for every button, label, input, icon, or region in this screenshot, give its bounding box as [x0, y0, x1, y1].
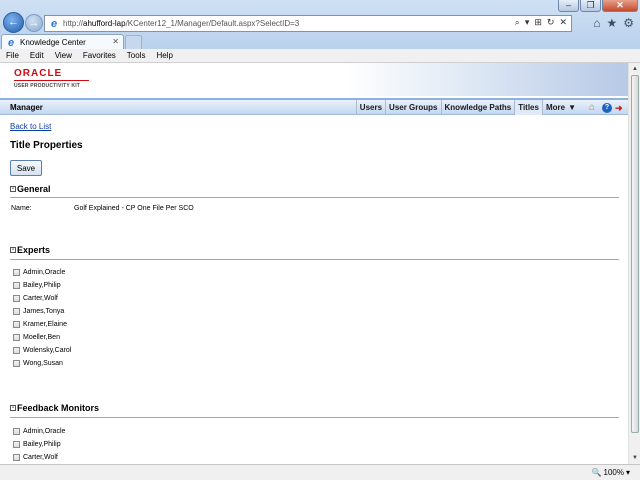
- dropdown-icon[interactable]: ▾: [525, 17, 530, 28]
- refresh-icon[interactable]: ↻: [547, 17, 555, 28]
- page-content: ORACLE USER PRODUCTIVITY KIT Manager Use…: [0, 63, 628, 464]
- tab-close-icon[interactable]: ✕: [112, 37, 119, 46]
- menu-favorites[interactable]: Favorites: [83, 51, 116, 60]
- address-bar[interactable]: e http://ahufford-lap/KCenter12_1/Manage…: [44, 15, 572, 32]
- favorites-star-icon[interactable]: ★: [606, 16, 617, 30]
- general-heading: General: [17, 184, 51, 194]
- nav-users[interactable]: Users: [355, 100, 385, 115]
- list-item: Bailey,Philip: [13, 438, 65, 451]
- collapse-icon[interactable]: -: [10, 247, 16, 253]
- chevron-down-icon: ▼: [568, 103, 576, 112]
- home-icon[interactable]: ⌂: [589, 102, 599, 113]
- ie-icon: e: [50, 17, 58, 30]
- zoom-control[interactable]: 🔍 100% ▾: [592, 468, 630, 477]
- menu-bar: File Edit View Favorites Tools Help: [0, 49, 640, 63]
- compat-view-icon[interactable]: ⊞: [534, 17, 542, 28]
- list-item: Wong,Susan: [13, 357, 71, 370]
- feedback-section-header[interactable]: - Feedback Monitors: [10, 403, 99, 413]
- browser-tab[interactable]: e Knowledge Center ✕: [1, 34, 124, 50]
- scroll-up-icon[interactable]: ▲: [630, 64, 640, 74]
- experts-section-header[interactable]: - Experts: [10, 245, 50, 255]
- list-item: Carter,Wolf: [13, 451, 65, 464]
- nav-more[interactable]: More ▼: [541, 100, 579, 115]
- expert-checkbox[interactable]: [13, 321, 20, 328]
- forward-button[interactable]: →: [25, 14, 43, 32]
- zoom-level: 100%: [603, 468, 624, 477]
- menu-help[interactable]: Help: [156, 51, 172, 60]
- expert-checkbox[interactable]: [13, 347, 20, 354]
- scroll-thumb[interactable]: [631, 75, 639, 433]
- monitor-checkbox[interactable]: [13, 428, 20, 435]
- feedback-list: Admin,Oracle Bailey,Philip Carter,Wolf: [13, 425, 65, 464]
- stop-icon[interactable]: ✕: [559, 17, 567, 28]
- list-item: James,Tonya: [13, 305, 71, 318]
- window-controls: – ❐ ✕: [558, 0, 638, 12]
- divider: [10, 197, 619, 198]
- page-title: Title Properties: [10, 140, 83, 151]
- close-window-icon[interactable]: ✕: [602, 0, 638, 12]
- menu-edit[interactable]: Edit: [30, 51, 44, 60]
- tab-title: Knowledge Center: [20, 38, 86, 47]
- experts-heading: Experts: [17, 245, 51, 255]
- back-to-list-link[interactable]: Back to List: [10, 122, 51, 131]
- manager-nav: Users User Groups Knowledge Paths Titles…: [355, 100, 628, 115]
- vertical-scrollbar[interactable]: ▲ ▼: [628, 63, 640, 464]
- divider: [10, 417, 619, 418]
- nav-titles[interactable]: Titles: [514, 100, 542, 115]
- list-item: Kramer,Elaine: [13, 318, 71, 331]
- monitor-checkbox[interactable]: [13, 454, 20, 461]
- zoom-icon: 🔍: [591, 468, 602, 477]
- restore-icon[interactable]: ❐: [580, 0, 601, 12]
- expert-checkbox[interactable]: [13, 360, 20, 367]
- oracle-logo: ORACLE USER PRODUCTIVITY KIT: [14, 69, 89, 89]
- menu-tools[interactable]: Tools: [127, 51, 146, 60]
- home-icon[interactable]: ⌂: [593, 16, 600, 30]
- chevron-down-icon: ▾: [625, 468, 630, 477]
- tab-ie-icon: e: [7, 36, 15, 49]
- menu-file[interactable]: File: [6, 51, 19, 60]
- experts-list: Admin,Oracle Bailey,Philip Carter,Wolf J…: [13, 266, 71, 370]
- monitor-checkbox[interactable]: [13, 441, 20, 448]
- name-value: Golf Explained - CP One File Per SCO: [74, 205, 194, 212]
- list-item: Carter,Wolf: [13, 292, 71, 305]
- name-label: Name:: [11, 205, 32, 212]
- back-button[interactable]: ←: [3, 12, 24, 33]
- expert-checkbox[interactable]: [13, 334, 20, 341]
- logout-icon[interactable]: ➜: [615, 103, 625, 113]
- list-item: Wolensky,Carol: [13, 344, 71, 357]
- list-item: Admin,Oracle: [13, 425, 65, 438]
- banner: ORACLE USER PRODUCTIVITY KIT: [0, 63, 628, 96]
- menu-view[interactable]: View: [55, 51, 72, 60]
- save-button[interactable]: Save: [10, 160, 42, 176]
- divider: [10, 259, 619, 260]
- nav-user-groups[interactable]: User Groups: [385, 100, 440, 115]
- expert-checkbox[interactable]: [13, 295, 20, 302]
- help-icon[interactable]: ?: [602, 102, 612, 113]
- status-bar: 🔍 100% ▾: [0, 464, 640, 480]
- manager-header: Manager Users User Groups Knowledge Path…: [0, 98, 628, 115]
- list-item: Moeller,Ben: [13, 331, 71, 344]
- expert-checkbox[interactable]: [13, 308, 20, 315]
- expert-checkbox[interactable]: [13, 282, 20, 289]
- general-section-header[interactable]: - General: [10, 184, 51, 194]
- minimize-icon[interactable]: –: [558, 0, 579, 12]
- url-text: http://ahufford-lap/KCenter12_1/Manager/…: [63, 19, 300, 28]
- search-icon[interactable]: ⌕: [515, 17, 520, 28]
- nav-knowledge-paths[interactable]: Knowledge Paths: [440, 100, 515, 115]
- manager-title: Manager: [10, 103, 43, 112]
- feedback-heading: Feedback Monitors: [17, 403, 100, 413]
- list-item: Bailey,Philip: [13, 279, 71, 292]
- scroll-down-icon[interactable]: ▼: [630, 453, 640, 463]
- list-item: Admin,Oracle: [13, 266, 71, 279]
- expert-checkbox[interactable]: [13, 269, 20, 276]
- collapse-icon[interactable]: -: [10, 405, 16, 411]
- browser-chrome: – ❐ ✕ ← → e http://ahufford-lap/KCenter1…: [0, 0, 640, 50]
- collapse-icon[interactable]: -: [10, 186, 16, 192]
- settings-gear-icon[interactable]: ⚙: [623, 16, 634, 30]
- new-tab-button[interactable]: [125, 35, 142, 49]
